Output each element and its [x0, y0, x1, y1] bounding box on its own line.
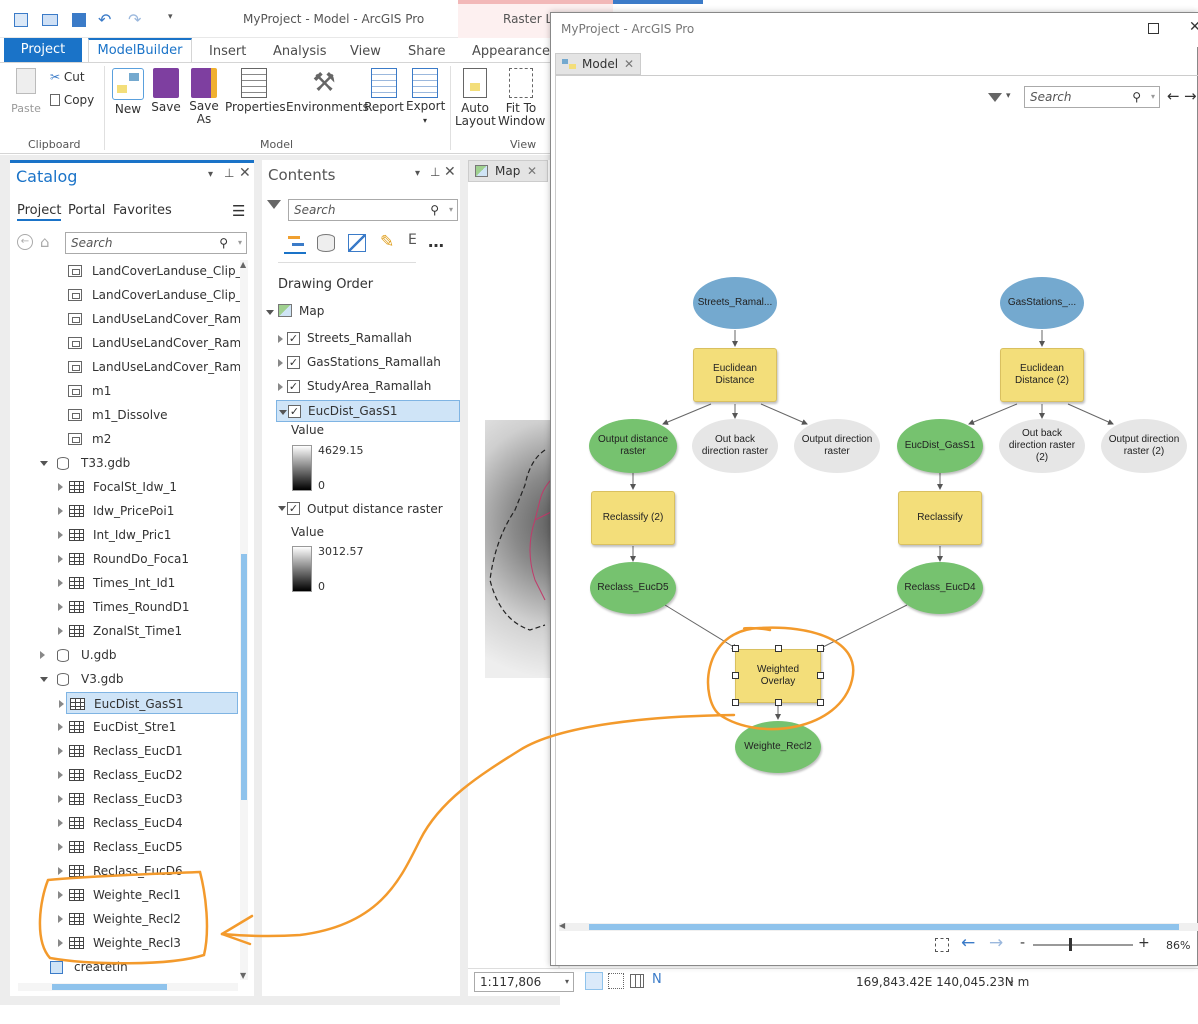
- orange-annotation: [38, 626, 855, 965]
